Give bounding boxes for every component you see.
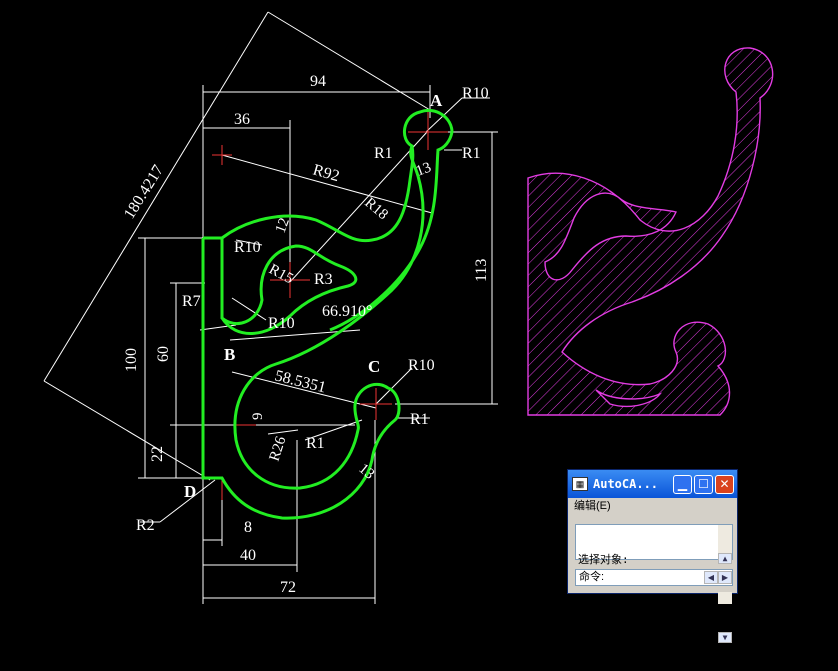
dim-13-bottom: 13 xyxy=(355,461,377,483)
command-prompt: 命令: xyxy=(579,571,605,583)
window-title: AutoCA... xyxy=(593,477,659,491)
scroll-right-icon[interactable]: ▶ xyxy=(718,571,732,584)
dim-r1-a: R1 xyxy=(374,145,393,162)
dim-40: 40 xyxy=(240,547,256,564)
dim-angle: 66.910° xyxy=(322,303,372,320)
point-c: C xyxy=(368,357,380,376)
dim-100: 100 xyxy=(123,348,140,372)
dim-r10-d: R10 xyxy=(268,315,295,332)
dim-r15: R15 xyxy=(266,261,296,287)
scroll-left-icon[interactable]: ◀ xyxy=(704,571,718,584)
acad-text-window[interactable]: ▦ AutoCA... ▁ ☐ ✕ 编辑(E) 选择对象: 面积 = 5791.… xyxy=(567,469,738,643)
close-button[interactable]: ✕ xyxy=(715,474,734,494)
dim-r10-c: R10 xyxy=(234,239,261,256)
maximize-button[interactable]: ☐ xyxy=(694,474,713,494)
scroll-up-icon[interactable]: ▲ xyxy=(718,553,732,564)
dim-r1-c: R1 xyxy=(410,411,429,428)
dim-r3: R3 xyxy=(314,271,333,288)
maximize-icon: ☐ xyxy=(698,477,709,491)
point-a: A xyxy=(430,91,443,110)
dim-9: 9 xyxy=(250,413,266,421)
dim-r1-d: R1 xyxy=(306,435,325,452)
dim-58: 58.5351 xyxy=(273,367,328,396)
window-titlebar[interactable]: ▦ AutoCA... ▁ ☐ ✕ xyxy=(568,470,737,498)
dim-36: 36 xyxy=(234,111,250,128)
dim-r2: R2 xyxy=(136,517,155,534)
point-d: D xyxy=(184,482,196,501)
horizontal-scrollbar[interactable]: ◀ ▶ xyxy=(704,571,732,584)
dim-r26: R26 xyxy=(267,434,290,463)
menu-edit[interactable]: 编辑(E) xyxy=(568,498,737,515)
dim-94: 94 xyxy=(310,73,326,90)
dim-r7: R7 xyxy=(182,293,201,310)
dim-r1-b: R1 xyxy=(462,145,481,162)
minimize-icon: ▁ xyxy=(677,477,688,491)
dim-60: 60 xyxy=(155,346,172,362)
minimize-button[interactable]: ▁ xyxy=(673,474,692,494)
history-line-2: 面积 = 5791.8165, xyxy=(578,595,687,608)
dim-113: 113 xyxy=(473,259,490,282)
point-b: B xyxy=(224,345,235,364)
command-input[interactable] xyxy=(606,571,667,584)
dim-22: 22 xyxy=(149,446,166,462)
dim-8: 8 xyxy=(244,519,252,536)
app-icon: ▦ xyxy=(572,477,588,491)
history-line-1: 选择对象: xyxy=(578,553,629,566)
hatched-part[interactable] xyxy=(527,47,774,416)
dim-r10-b: R10 xyxy=(408,357,435,374)
dim-180: 180.4217 xyxy=(121,162,167,222)
command-line[interactable]: 命令: ◀ ▶ xyxy=(575,569,733,586)
vertical-scrollbar[interactable]: ▲ ▼ xyxy=(718,525,732,643)
scroll-down-icon[interactable]: ▼ xyxy=(718,632,732,643)
close-icon: ✕ xyxy=(719,477,730,491)
dim-r92: R92 xyxy=(311,162,341,186)
dim-r10-a: R10 xyxy=(462,85,489,102)
command-history[interactable]: 选择对象: 面积 = 5791.8165, ▲ ▼ xyxy=(575,524,733,643)
dim-72: 72 xyxy=(280,579,296,596)
